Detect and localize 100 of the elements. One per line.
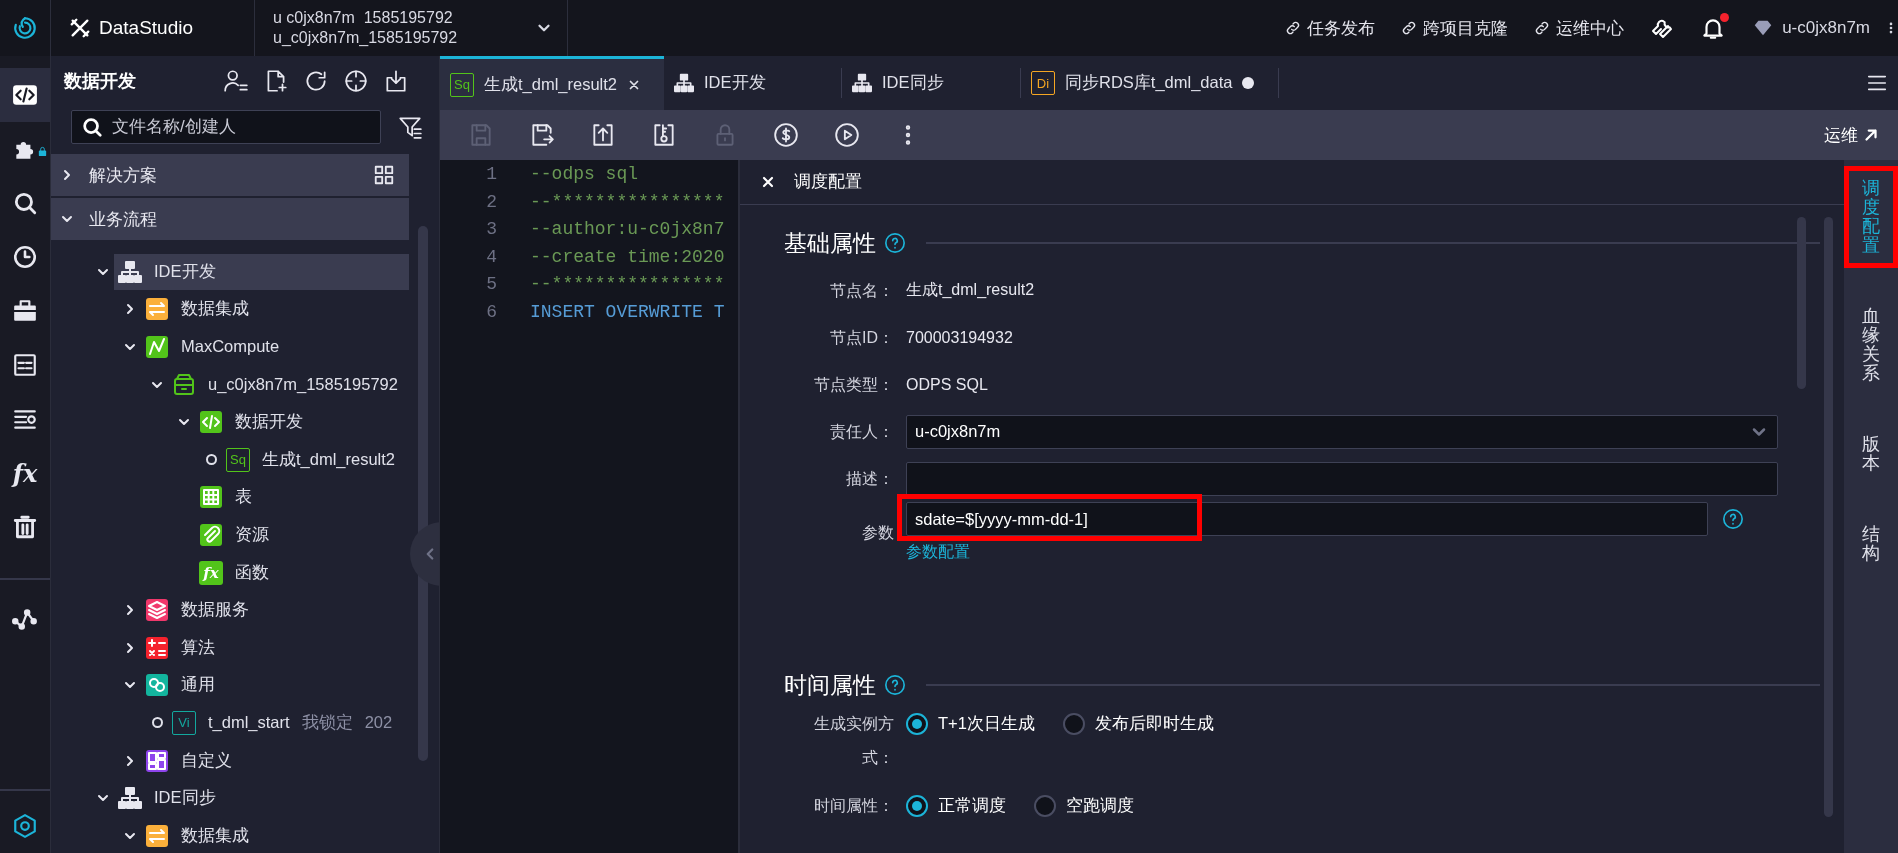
tree-item[interactable]: Sq 生成t_dml_result2 xyxy=(222,441,409,478)
zigzag-icon xyxy=(145,335,169,359)
trash-icon xyxy=(12,514,38,540)
tree-item[interactable]: 数据服务 xyxy=(141,592,409,629)
radio-option[interactable]: T+1次日生成 xyxy=(906,713,1035,735)
grid-icon[interactable] xyxy=(373,164,395,186)
user-menu[interactable]: u-c0jx8n7m xyxy=(1752,17,1870,39)
import-icon[interactable] xyxy=(383,68,409,94)
nav-link[interactable]: 跨项目克隆 xyxy=(1401,16,1509,40)
radio-option[interactable]: 空跑调度 xyxy=(1034,795,1134,817)
tree-item[interactable]: fx 函数 xyxy=(195,554,409,591)
parameter-field[interactable]: sdate=$[yyyy-mm-dd-1] xyxy=(906,502,1708,536)
file-type-icon: Sq xyxy=(450,72,474,97)
tree-item[interactable]: MaxCompute xyxy=(141,329,409,365)
tree-item[interactable]: 算法 xyxy=(141,629,409,666)
dollar-icon[interactable] xyxy=(773,122,799,148)
field-label: 责任人： xyxy=(829,421,895,442)
tree-item[interactable]: IDE同步 xyxy=(114,780,409,817)
tree-label: 通用 xyxy=(181,674,215,696)
tree-item[interactable]: 数据集成 xyxy=(141,291,409,328)
file-type-icon: Vi xyxy=(172,710,196,735)
link-icon xyxy=(1401,20,1418,36)
user-name: u-c0jx8n7m xyxy=(1782,18,1870,38)
section-header[interactable]: 业务流程 xyxy=(51,198,409,240)
field-label: 时间属性： xyxy=(813,796,895,816)
tree-label: 数据服务 xyxy=(181,599,249,621)
tree-item[interactable]: Vi t_dml_start 我锁定 202 xyxy=(168,704,409,741)
help-icon[interactable] xyxy=(884,232,906,254)
tree-label: 数据开发 xyxy=(235,411,303,433)
ops-link[interactable]: 运维 xyxy=(1824,123,1880,147)
side-tab[interactable]: 调度配置 xyxy=(1844,166,1898,268)
notification-button[interactable] xyxy=(1700,15,1727,41)
radio-option[interactable]: 正常调度 xyxy=(906,795,1006,817)
hierarchy-icon xyxy=(118,259,142,284)
paperclip-icon xyxy=(199,522,223,547)
bullet-icon xyxy=(205,454,217,466)
code-icon xyxy=(12,82,38,108)
nav-link[interactable]: 运维中心 xyxy=(1534,16,1625,40)
line-number: 2 xyxy=(485,190,498,214)
side-tab[interactable]: 版本 xyxy=(1844,422,1898,486)
save-as-icon[interactable] xyxy=(529,122,555,148)
tree-label: 数据集成 xyxy=(181,824,249,846)
tree-item[interactable]: 通用 xyxy=(141,667,409,704)
search-icon xyxy=(12,190,38,216)
owner-select[interactable]: u-c0jx8n7m xyxy=(906,414,1778,449)
description-field[interactable] xyxy=(906,461,1778,496)
close-icon[interactable] xyxy=(760,174,776,190)
file-type-icon: Di xyxy=(1031,71,1055,95)
grid-icon xyxy=(199,485,223,510)
tree-item[interactable]: u_c0jx8n7m_1585195792 xyxy=(168,366,409,403)
clock-icon xyxy=(12,244,38,270)
field-label: 节点类型： xyxy=(813,374,895,395)
side-tab[interactable]: 血缘关系 xyxy=(1844,294,1898,396)
field-value: ODPS SQL xyxy=(906,375,988,394)
nav-link[interactable]: 任务发布 xyxy=(1285,16,1376,40)
editor-tab[interactable]: IDE同步 xyxy=(842,56,1020,110)
filter-icon[interactable] xyxy=(397,114,423,140)
tree-label: IDE开发 xyxy=(154,260,216,282)
bullet-icon xyxy=(151,717,163,729)
tree-item[interactable]: 表 xyxy=(195,479,409,516)
help-icon[interactable] xyxy=(1722,508,1744,530)
tree-item[interactable]: 资源 xyxy=(195,516,409,553)
tree-item[interactable]: 数据开发 xyxy=(195,404,409,441)
play-icon[interactable] xyxy=(834,122,860,148)
tree-item[interactable]: 数据集成 xyxy=(141,817,409,853)
link-icon xyxy=(1534,20,1551,36)
tree-label: u_c0jx8n7m_1585195792 xyxy=(208,375,398,395)
editor-tab[interactable]: IDE开发 xyxy=(664,56,841,110)
table-icon xyxy=(12,352,38,378)
parameter-config-link[interactable]: 参数配置 xyxy=(906,542,970,563)
editor-tab[interactable]: Sq 生成t_dml_result2 xyxy=(440,56,664,110)
workspace-id: u_c0jx8n7m_1585195792 xyxy=(273,28,458,48)
rail-button[interactable]: fx xyxy=(0,446,50,500)
code-line: --create time:2020 xyxy=(530,245,725,269)
upload-icon[interactable] xyxy=(590,122,616,148)
links-icon xyxy=(145,673,169,698)
tree-label: 自定义 xyxy=(181,749,232,771)
transfer-icon xyxy=(145,823,169,848)
search-field[interactable]: 文件名称/创建人 xyxy=(71,110,381,144)
search-icon xyxy=(81,116,103,138)
side-tab[interactable]: 结构 xyxy=(1844,512,1898,576)
help-icon[interactable] xyxy=(884,674,906,696)
user-list-icon[interactable] xyxy=(223,68,249,94)
crosshair-icon[interactable] xyxy=(343,68,369,94)
tree-label: 算法 xyxy=(181,636,215,658)
line-number: 3 xyxy=(485,218,498,241)
radio-option[interactable]: 发布后即时生成 xyxy=(1062,713,1214,735)
key-file-icon[interactable] xyxy=(651,122,677,148)
tree-item[interactable]: 自定义 xyxy=(141,742,409,779)
blocks-icon xyxy=(145,748,169,773)
tree-label: t_dml_start xyxy=(208,713,290,733)
editor-tab[interactable]: Di 同步RDS库t_dml_data xyxy=(1021,56,1278,110)
code-line: --odps sql xyxy=(530,163,639,186)
code-line: --author:u-c0jx8n7 xyxy=(530,218,725,241)
tree-label: 生成t_dml_result2 xyxy=(262,448,396,470)
section-header[interactable]: 解决方案 xyxy=(51,154,409,196)
tree-item[interactable]: IDE开发 xyxy=(114,253,409,290)
hierarchy-icon xyxy=(674,73,694,93)
code-line: INSERT OVERWRITE T xyxy=(530,300,725,324)
field-label: 参数 xyxy=(861,522,895,543)
